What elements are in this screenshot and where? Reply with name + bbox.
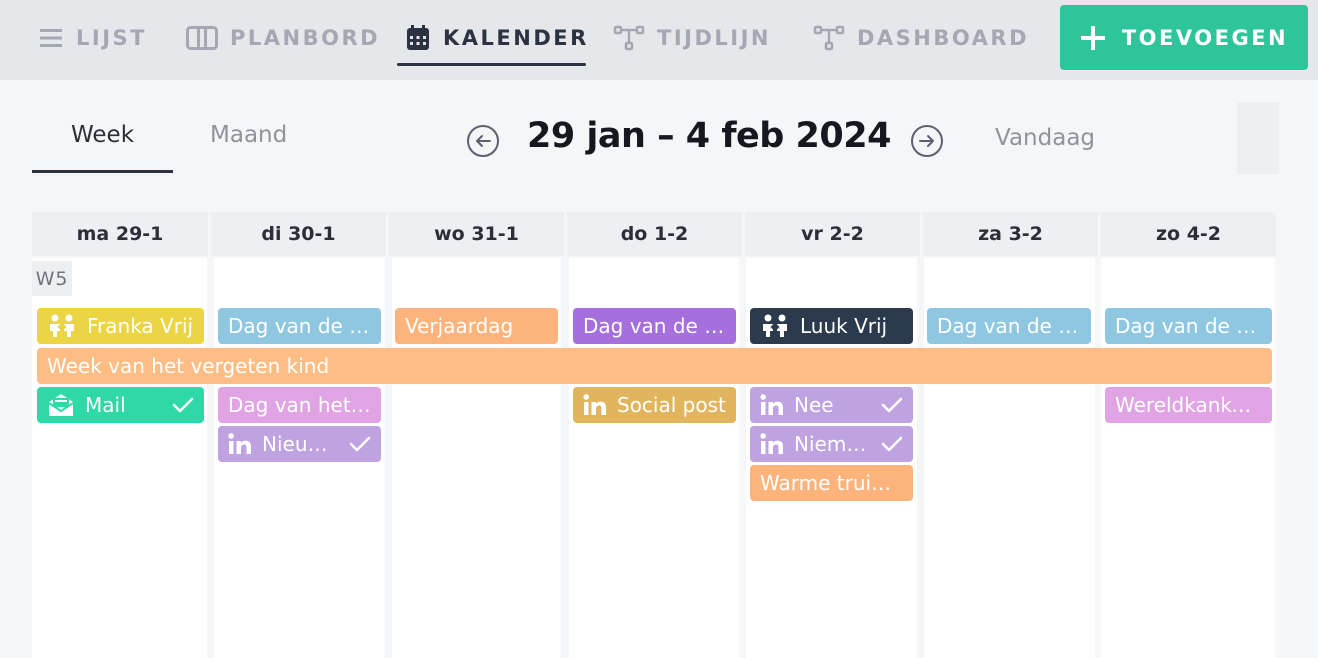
tab-tijdlijn[interactable]: TIJDLIJN xyxy=(613,18,771,58)
event-dag-van-het-gedicht[interactable]: Dag van het Gedicht xyxy=(218,387,381,423)
mail-icon xyxy=(47,392,75,418)
tab-dashboard-label: DASHBOARD xyxy=(857,26,1030,50)
event-luuk-vrij[interactable]: Luuk Vrij xyxy=(750,308,913,344)
event-label: Niemand xyxy=(794,432,871,456)
people-icon xyxy=(47,314,77,338)
linkedin-icon xyxy=(228,433,252,455)
top-nav-bar: LIJST PLANBORD KALENDER TIJDLIJN DASHBOA… xyxy=(0,0,1318,80)
tab-tijdlijn-label: TIJDLIJN xyxy=(657,26,771,50)
people-icon xyxy=(760,314,790,338)
event-verjaardag[interactable]: Verjaardag xyxy=(395,308,558,344)
event-social-post[interactable]: Social post xyxy=(573,387,736,423)
check-icon xyxy=(881,397,903,413)
event-dag-van-de-vrouw[interactable]: Dag van de Vrouw xyxy=(927,308,1091,344)
event-warme-truiendag[interactable]: Warme truiendag xyxy=(750,465,913,501)
tab-planbord-label: PLANBORD xyxy=(230,26,381,50)
tab-kalender-label: KALENDER xyxy=(443,26,589,50)
event-label: Nieuwsbericht xyxy=(262,432,339,456)
event-dag-van-de-rolstoel[interactable]: Dag van de Rolstoel xyxy=(218,308,381,344)
arrow-left-icon xyxy=(474,134,492,148)
day-header: do 1-2 xyxy=(567,212,742,256)
linkedin-icon xyxy=(583,394,607,416)
view-tab-maand[interactable]: Maand xyxy=(210,122,287,148)
event-week-van-het-vergeten-kind[interactable]: Week van het vergeten kind xyxy=(37,348,1272,384)
view-tab-indicator xyxy=(32,170,173,173)
arrow-right-icon xyxy=(918,134,936,148)
tab-planbord[interactable]: PLANBORD xyxy=(186,18,380,58)
day-header: ma 29-1 xyxy=(32,212,208,256)
toolbar-placeholder xyxy=(1237,102,1279,174)
day-header: wo 31-1 xyxy=(389,212,564,256)
event-label: Dag van de Zon xyxy=(1115,314,1262,338)
add-button[interactable]: TOEVOEGEN xyxy=(1060,5,1308,70)
board-icon xyxy=(186,25,218,51)
event-label: Warme truiendag xyxy=(760,471,903,495)
linkedin-icon xyxy=(760,394,784,416)
next-week-button[interactable] xyxy=(911,125,943,157)
add-button-label: TOEVOEGEN xyxy=(1121,25,1289,50)
check-icon xyxy=(172,397,194,413)
event-dag-van-de-zon[interactable]: Dag van de Zon xyxy=(1105,308,1272,344)
event-mail[interactable]: Mail xyxy=(37,387,204,423)
day-header: za 3-2 xyxy=(923,212,1098,256)
day-header: vr 2-2 xyxy=(745,212,920,256)
tab-kalender[interactable]: KALENDER xyxy=(405,18,589,58)
check-icon xyxy=(349,436,371,452)
check-icon xyxy=(881,436,903,452)
week-calendar: ma 29-1 di 30-1 wo 31-1 do 1-2 vr 2-2 za… xyxy=(32,212,1276,658)
timeline-icon xyxy=(613,25,645,51)
dashboard-icon xyxy=(813,25,845,51)
event-label: Nee xyxy=(794,393,834,417)
event-label: Mail xyxy=(85,393,126,417)
event-label: Dag van de Zorg xyxy=(583,314,726,338)
event-label: Week van het vergeten kind xyxy=(47,354,330,378)
plus-icon xyxy=(1080,25,1106,51)
calendar-icon xyxy=(405,25,431,51)
event-franka-vrij[interactable]: Franka Vrij xyxy=(37,308,204,344)
event-nee[interactable]: Nee xyxy=(750,387,913,423)
event-label: Luuk Vrij xyxy=(800,314,888,338)
today-button[interactable]: Vandaag xyxy=(995,125,1095,151)
event-dag-van-de-zorg[interactable]: Dag van de Zorg xyxy=(573,308,736,344)
event-label: Dag van de Vrouw xyxy=(937,314,1081,338)
event-label: Wereldkankerdag xyxy=(1115,393,1262,417)
linkedin-icon xyxy=(760,433,784,455)
day-header: zo 4-2 xyxy=(1101,212,1276,256)
prev-week-button[interactable] xyxy=(467,125,499,157)
tab-lijst[interactable]: LIJST xyxy=(38,18,147,58)
active-tab-indicator xyxy=(397,63,586,66)
day-header: di 30-1 xyxy=(211,212,386,256)
list-icon xyxy=(38,25,64,51)
event-label: Dag van het Gedicht xyxy=(228,393,371,417)
event-niemand[interactable]: Niemand xyxy=(750,426,913,462)
tab-lijst-label: LIJST xyxy=(76,26,147,50)
event-label: Dag van de Rolstoel xyxy=(228,314,371,338)
view-tab-week[interactable]: Week xyxy=(71,122,134,148)
event-label: Social post xyxy=(617,393,726,417)
event-label: Verjaardag xyxy=(405,314,514,338)
event-nieuwsbericht[interactable]: Nieuwsbericht xyxy=(218,426,381,462)
tab-dashboard[interactable]: DASHBOARD xyxy=(813,18,1029,58)
event-wereldkankerdag[interactable]: Wereldkankerdag xyxy=(1105,387,1272,423)
date-range-title: 29 jan – 4 feb 2024 xyxy=(527,116,891,156)
event-label: Franka Vrij xyxy=(87,314,194,338)
week-number-badge: W5 xyxy=(32,261,72,296)
